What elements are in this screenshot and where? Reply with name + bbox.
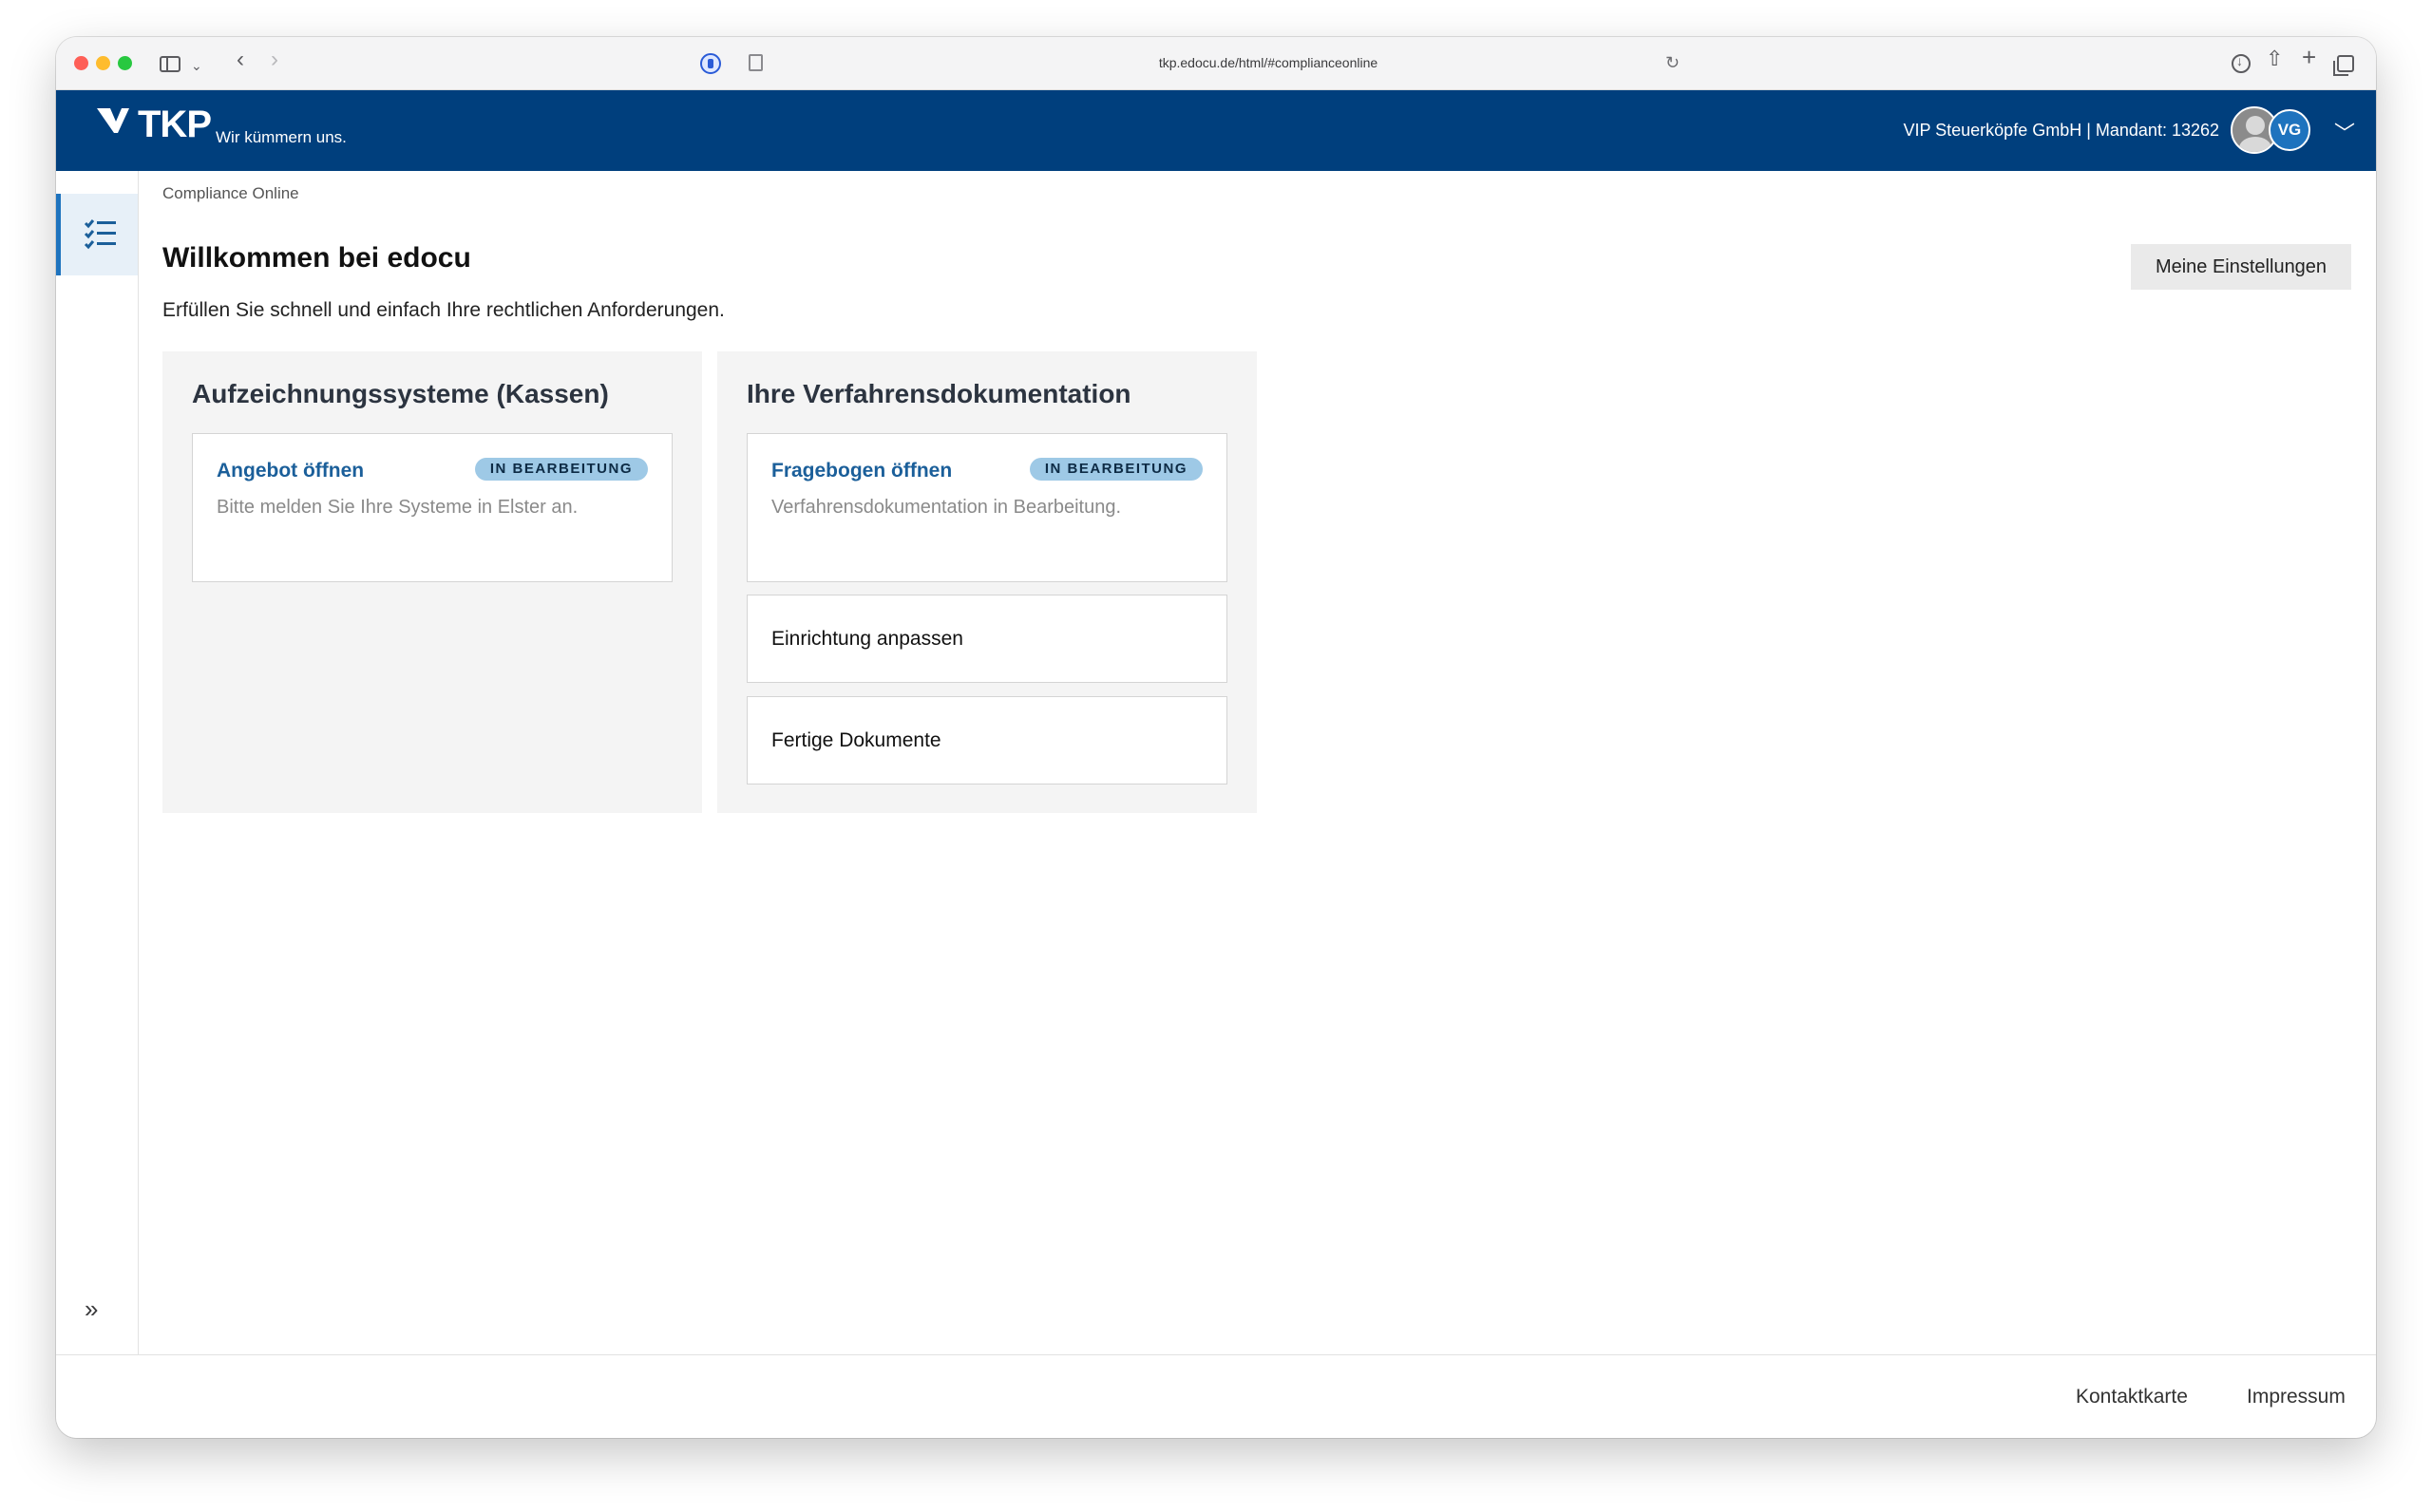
avatar-initials[interactable]: VG	[2269, 109, 2310, 151]
open-offer-link[interactable]: Angebot öffnen	[217, 460, 364, 482]
address-bar[interactable]: tkp.edocu.de/html/#complianceonline	[56, 55, 2376, 70]
status-badge: IN BEARBEITUNG	[474, 458, 648, 481]
card-offer[interactable]: Angebot öffnen IN BEARBEITUNG Bitte meld…	[192, 433, 673, 582]
footer: Kontaktkarte Impressum	[56, 1354, 2376, 1438]
browser-toolbar: ⌄ ‹ › tkp.edocu.de/html/#complianceonlin…	[56, 37, 2376, 90]
finished-documents-label[interactable]: Fertige Dokumente	[771, 729, 941, 752]
checklist-icon	[84, 219, 116, 250]
panel-title: Ihre Verfahrensdokumentation	[747, 379, 1131, 408]
card-questionnaire[interactable]: Fragebogen öffnen IN BEARBEITUNG Verfahr…	[747, 433, 1227, 582]
new-tab-icon[interactable]: +	[2302, 45, 2316, 69]
status-badge: IN BEARBEITUNG	[1029, 458, 1203, 481]
open-questionnaire-link[interactable]: Fragebogen öffnen	[771, 460, 952, 482]
double-chevron-right-icon[interactable]: »	[85, 1295, 98, 1324]
footer-imprint-link[interactable]: Impressum	[2247, 1386, 2346, 1408]
card-adjust-setup[interactable]: Einrichtung anpassen	[747, 595, 1227, 683]
tenant-info[interactable]: VIP Steuerköpfe GmbH | Mandant: 13262	[1903, 120, 2219, 141]
sidebar-item-compliance[interactable]	[56, 194, 138, 275]
card-description: Verfahrensdokumentation in Bearbeitung.	[771, 497, 1122, 518]
logo-claim: Wir kümmern uns.	[216, 128, 347, 146]
browser-window: ⌄ ‹ › tkp.edocu.de/html/#complianceonlin…	[56, 37, 2376, 1438]
my-settings-button[interactable]: Meine Einstellungen	[2131, 244, 2351, 290]
chevron-down-icon[interactable]: ﹀	[2334, 117, 2355, 147]
page-title: Willkommen bei edocu	[162, 242, 471, 274]
reload-icon[interactable]: ↻	[1665, 53, 1680, 72]
logo-text: TKP	[138, 104, 212, 145]
tab-overview-icon[interactable]	[2333, 55, 2354, 76]
footer-contact-link[interactable]: Kontaktkarte	[2076, 1386, 2188, 1408]
tkp-logo-icon	[97, 108, 129, 133]
app-header: TKP Wir kümmern uns. VIP Steuerköpfe Gmb…	[56, 90, 2376, 171]
panel-recording-systems: Aufzeichnungssysteme (Kassen) Angebot öf…	[162, 351, 702, 813]
panel-process-documentation: Ihre Verfahrensdokumentation Fragebogen …	[717, 351, 1257, 813]
panel-title: Aufzeichnungssysteme (Kassen)	[192, 379, 609, 408]
left-sidebar: »	[56, 171, 139, 1392]
share-icon[interactable]: ⇧	[2266, 48, 2283, 69]
download-icon[interactable]	[2232, 53, 2251, 73]
card-description: Bitte melden Sie Ihre Systeme in Elster …	[217, 497, 579, 518]
page-subtitle: Erfüllen Sie schnell und einfach Ihre re…	[162, 299, 725, 321]
breadcrumb[interactable]: Compliance Online	[162, 184, 299, 203]
adjust-setup-label[interactable]: Einrichtung anpassen	[771, 628, 963, 651]
card-finished-documents[interactable]: Fertige Dokumente	[747, 696, 1227, 784]
